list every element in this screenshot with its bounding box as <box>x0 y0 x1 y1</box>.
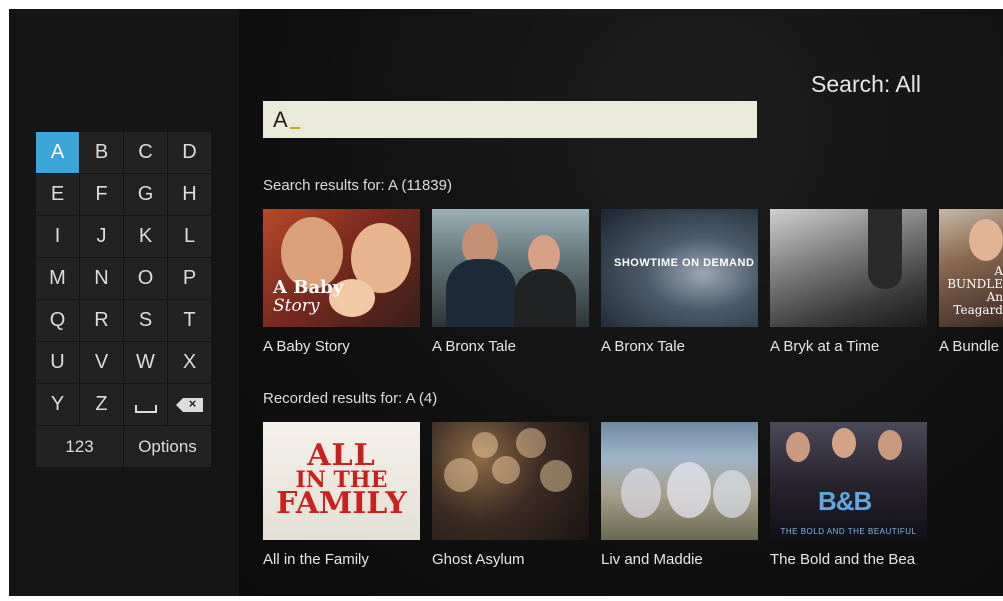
space-key[interactable] <box>124 384 167 425</box>
result-title: A Bundle <box>939 338 1000 355</box>
result-card[interactable]: A Bryk at a Time <box>770 209 927 355</box>
result-title: A Baby Story <box>263 338 350 355</box>
bb-logo: B&B <box>818 486 872 516</box>
key-o[interactable]: O <box>124 258 167 299</box>
key-x[interactable]: X <box>168 342 211 383</box>
key-s[interactable]: S <box>124 300 167 341</box>
options-key[interactable]: Options <box>124 426 211 467</box>
key-h[interactable]: H <box>168 174 211 215</box>
recorded-card[interactable]: Liv and Maddie <box>601 422 758 568</box>
thumb-figure <box>621 468 661 518</box>
result-thumbnail <box>432 209 589 327</box>
thumb-art-text: A BUNDLE An Teagard <box>947 264 1003 317</box>
thumb-decoration <box>444 458 478 492</box>
recorded-results-row: ALL IN THE FAMILY All in the Family Ghos… <box>263 422 927 568</box>
thumb-decoration <box>540 460 572 492</box>
thumb-figure <box>667 462 711 518</box>
search-results-label: Search results for: A (11839) <box>263 177 452 194</box>
result-card[interactable]: SHOWTIME ON DEMAND A Bronx Tale <box>601 209 758 355</box>
key-k[interactable]: K <box>124 216 167 257</box>
thumb-figure <box>878 430 902 460</box>
search-results-row: A Baby Story A Baby Story A Bronx Tale SH… <box>263 209 1003 355</box>
result-thumbnail: A Baby Story <box>263 209 420 327</box>
key-y[interactable]: Y <box>36 384 79 425</box>
key-f[interactable]: F <box>80 174 123 215</box>
showtime-logo: SHOWTIME ON DEMAND <box>614 257 755 269</box>
key-l[interactable]: L <box>168 216 211 257</box>
thumb-decoration <box>492 456 520 484</box>
thumb-art-text: A Baby Story <box>273 277 344 316</box>
result-thumbnail: SHOWTIME ON DEMAND <box>601 209 758 327</box>
key-m[interactable]: M <box>36 258 79 299</box>
result-title: A Bronx Tale <box>432 338 516 355</box>
key-b[interactable]: B <box>80 132 123 173</box>
result-title: A Bryk at a Time <box>770 338 880 355</box>
on-screen-keyboard: A B C D E F G H I J K L M N O P Q R S T … <box>36 132 211 467</box>
key-n[interactable]: N <box>80 258 123 299</box>
recorded-title: Liv and Maddie <box>601 551 703 568</box>
thumb-figure <box>969 219 1003 261</box>
key-u[interactable]: U <box>36 342 79 383</box>
key-p[interactable]: P <box>168 258 211 299</box>
key-r[interactable]: R <box>80 300 123 341</box>
result-thumbnail: A BUNDLE An Teagard <box>939 209 1003 327</box>
thumb-figure <box>868 209 902 289</box>
numbers-key[interactable]: 123 <box>36 426 123 467</box>
key-d[interactable]: D <box>168 132 211 173</box>
thumb-figure <box>713 470 751 518</box>
recorded-thumbnail <box>601 422 758 540</box>
recorded-card[interactable]: Ghost Asylum <box>432 422 589 568</box>
key-c[interactable]: C <box>124 132 167 173</box>
key-v[interactable]: V <box>80 342 123 383</box>
search-input[interactable]: A <box>263 101 757 138</box>
tv-screen: Search: All A A B C D E F G H I J K L M … <box>9 9 1003 596</box>
space-icon <box>134 404 157 413</box>
text-cursor <box>289 126 300 129</box>
key-i[interactable]: I <box>36 216 79 257</box>
thumb-figure <box>514 269 576 327</box>
key-w[interactable]: W <box>124 342 167 383</box>
thumb-art-text: THE BOLD AND THE BEAUTIFUL <box>780 527 917 536</box>
recorded-title: The Bold and the Bea <box>770 551 916 568</box>
recorded-card[interactable]: ALL IN THE FAMILY All in the Family <box>263 422 420 568</box>
recorded-title: Ghost Asylum <box>432 551 525 568</box>
key-t[interactable]: T <box>168 300 211 341</box>
result-card[interactable]: A Baby Story A Baby Story <box>263 209 420 355</box>
page-title: Search: All <box>811 71 921 97</box>
result-thumbnail <box>770 209 927 327</box>
recorded-results-label: Recorded results for: A (4) <box>263 390 438 407</box>
thumb-figure <box>832 428 856 458</box>
recorded-thumbnail: ALL IN THE FAMILY <box>263 422 420 540</box>
key-e[interactable]: E <box>36 174 79 215</box>
backspace-key[interactable]: × <box>168 384 211 425</box>
thumb-figure <box>786 432 810 462</box>
thumb-decoration <box>472 432 498 458</box>
key-z[interactable]: Z <box>80 384 123 425</box>
recorded-thumbnail: B&B THE BOLD AND THE BEAUTIFUL <box>770 422 927 540</box>
recorded-card[interactable]: B&B THE BOLD AND THE BEAUTIFUL The Bold … <box>770 422 927 568</box>
key-a[interactable]: A <box>36 132 79 173</box>
result-card[interactable]: A BUNDLE An Teagard A Bundle <box>939 209 1003 355</box>
thumb-figure <box>446 259 516 327</box>
backspace-icon: × <box>175 396 203 412</box>
recorded-title: All in the Family <box>263 551 369 568</box>
thumb-decoration <box>516 428 546 458</box>
search-query: A <box>273 106 288 132</box>
result-card[interactable]: A Bronx Tale <box>432 209 589 355</box>
thumb-art-text: ALL IN THE FAMILY <box>276 438 407 521</box>
key-q[interactable]: Q <box>36 300 79 341</box>
key-j[interactable]: J <box>80 216 123 257</box>
result-title: A Bronx Tale <box>601 338 685 355</box>
key-g[interactable]: G <box>124 174 167 215</box>
recorded-thumbnail <box>432 422 589 540</box>
